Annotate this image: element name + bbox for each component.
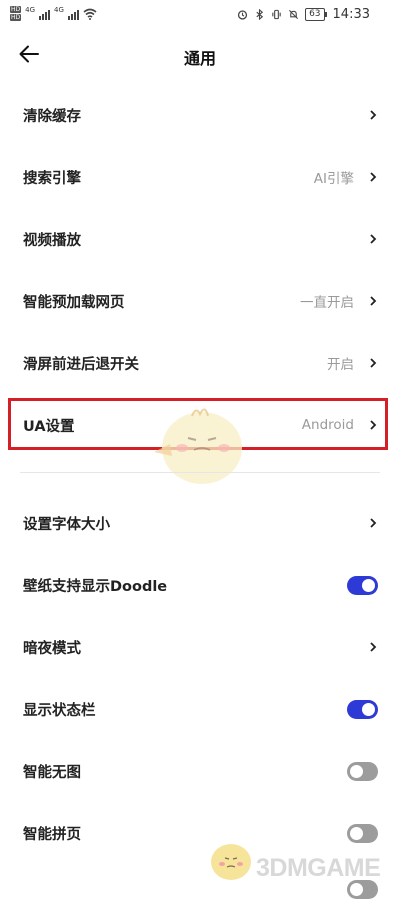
setting-night-mode[interactable]: 暗夜模式: [0, 616, 400, 678]
toggle-knob: [362, 702, 375, 716]
sim2-badge: HD: [10, 14, 22, 21]
page-header: 通用: [0, 30, 400, 80]
mascot-watermark-icon: [154, 408, 242, 484]
status-bar-left: HD HD 4G 4G: [10, 6, 97, 21]
setting-preload-pages[interactable]: 智能预加载网页 一直开启: [0, 270, 400, 332]
status-bar-right: 63 14:33: [237, 7, 370, 22]
setting-label: 暗夜模式: [23, 640, 81, 657]
chevron-right-icon: [370, 518, 377, 528]
toggle-knob: [350, 826, 363, 840]
setting-label: 视频播放: [23, 232, 81, 249]
setting-font-size[interactable]: 设置字体大小: [0, 492, 400, 554]
setting-value: 开启: [327, 357, 354, 373]
bluetooth-icon: [256, 9, 264, 20]
setting-smart-no-image: 智能无图: [0, 740, 400, 802]
chevron-right-icon: [370, 234, 377, 244]
setting-video-playback[interactable]: 视频播放: [0, 208, 400, 270]
chevron-right-icon: [370, 172, 377, 182]
setting-label: 搜索引擎: [23, 170, 81, 187]
status-clock: 14:33: [332, 7, 370, 22]
3dmgame-watermark: 3DMGAME: [256, 854, 381, 882]
setting-label: 壁纸支持显示Doodle: [23, 578, 168, 595]
wallpaper-doodle-toggle[interactable]: [347, 575, 378, 595]
status-bar: HD HD 4G 4G 63 14:33: [0, 0, 400, 28]
chevron-right-icon: [370, 296, 377, 306]
chevron-right-icon: [370, 642, 377, 652]
show-status-bar-toggle[interactable]: [347, 699, 378, 719]
network-type-2: 4G: [54, 6, 64, 14]
setting-label: 显示状态栏: [23, 702, 96, 719]
mute-bell-icon: [289, 9, 299, 20]
setting-label: 设置字体大小: [23, 516, 110, 533]
alarm-icon: [237, 10, 248, 20]
setting-label: 清除缓存: [23, 108, 81, 125]
toggle-knob: [350, 883, 363, 896]
setting-show-status-bar: 显示状态栏: [0, 678, 400, 740]
sim-indicators: HD HD: [10, 6, 22, 21]
chevron-right-icon: [370, 110, 377, 120]
setting-value: 一直开启: [300, 295, 354, 311]
page-title: 通用: [183, 49, 216, 68]
toggle-knob: [350, 764, 363, 778]
setting-value: AI引擎: [313, 171, 354, 187]
smart-no-image-toggle[interactable]: [347, 761, 378, 781]
network-type-1: 4G: [25, 6, 36, 14]
setting-clear-cache[interactable]: 清除缓存: [0, 84, 400, 146]
smart-page-join-toggle[interactable]: [347, 823, 378, 843]
setting-label: 智能无图: [23, 764, 81, 781]
setting-search-engine[interactable]: 搜索引擎 AI引擎: [0, 146, 400, 208]
toggle-knob: [362, 578, 375, 592]
setting-label: 智能拼页: [23, 826, 81, 843]
3dmgame-mascot-icon: [211, 844, 251, 880]
setting-label: 滑屏前进后退开关: [23, 356, 139, 373]
signal-2-icon: [67, 8, 79, 20]
wifi-icon: [83, 8, 97, 20]
chevron-right-icon: [370, 358, 377, 368]
setting-wallpaper-doodle: 壁纸支持显示Doodle: [0, 554, 400, 616]
signal-1-icon: [39, 8, 51, 20]
section-divider: [20, 472, 380, 473]
setting-label: 智能预加载网页: [23, 294, 125, 311]
setting-swipe-navigation[interactable]: 滑屏前进后退开关 开启: [0, 332, 400, 394]
battery-level: 63: [305, 8, 328, 21]
vibrate-icon: [272, 9, 281, 20]
sim1-badge: HD: [10, 6, 22, 13]
